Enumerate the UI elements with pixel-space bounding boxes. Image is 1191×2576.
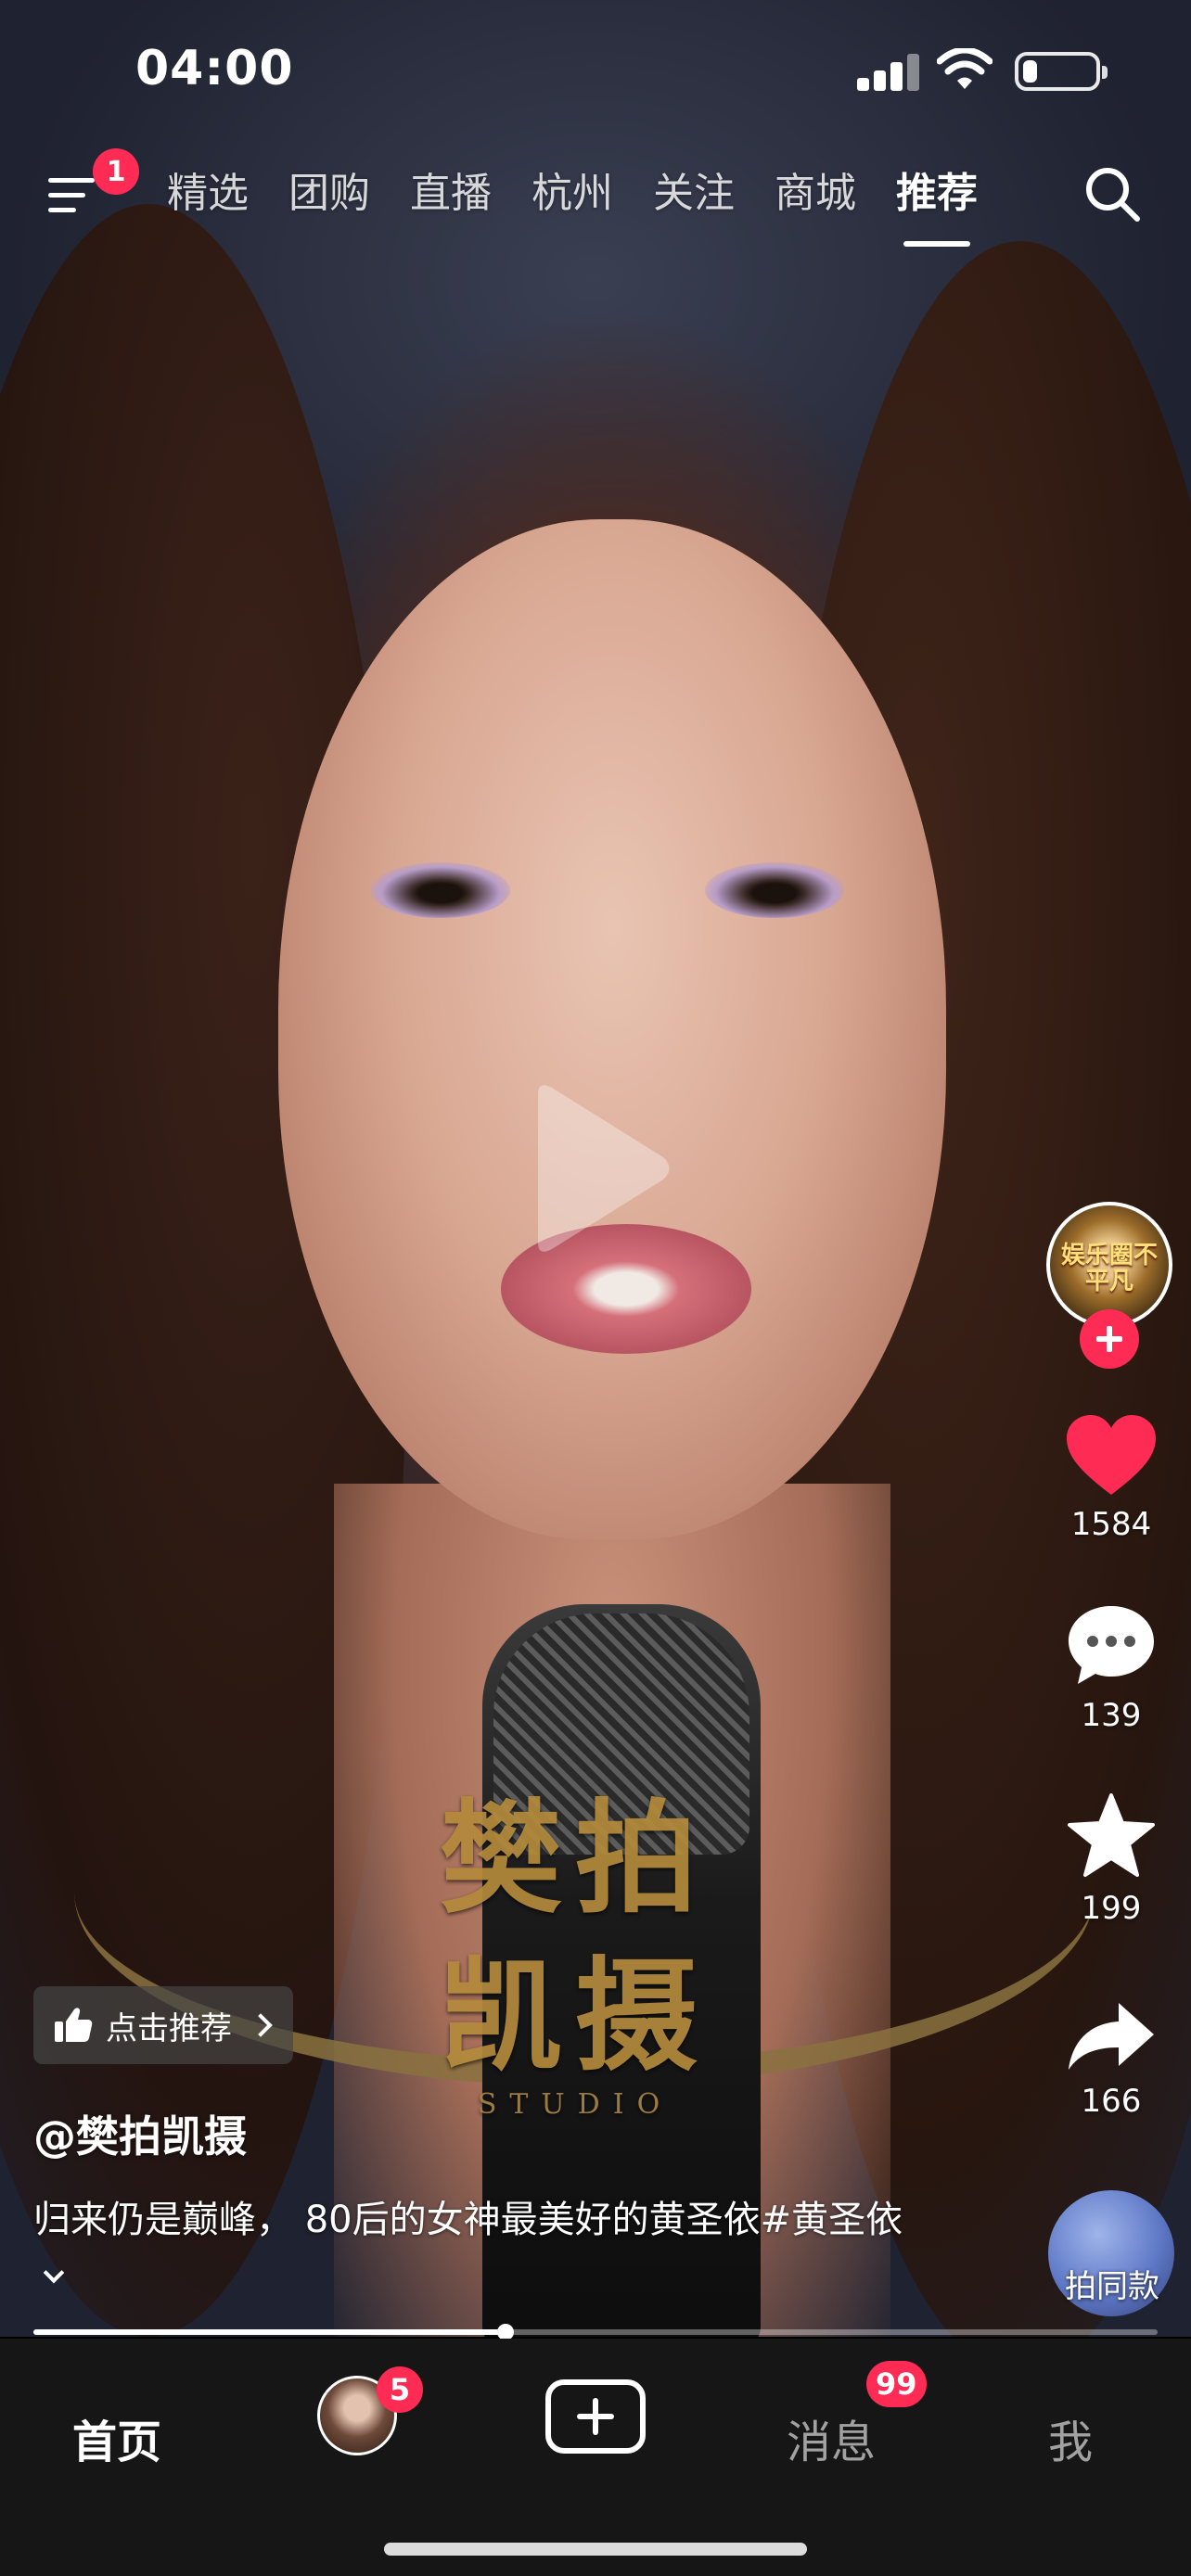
- watermark-line-1: 樊拍: [440, 1787, 711, 1931]
- share-arrow-icon: [1069, 2003, 1154, 2070]
- tab-group-buy[interactable]: 团购: [288, 161, 370, 226]
- top-nav: 1 精选 团购 直播 杭州 关注 商城 推荐: [0, 148, 1191, 250]
- tab-live[interactable]: 直播: [410, 161, 492, 226]
- battery-level: [1023, 60, 1037, 83]
- bottom-tab-bar: 首页 5 消息 99 我: [0, 2339, 1191, 2576]
- recommend-chip-label: 点击推荐: [106, 2009, 232, 2047]
- studio-watermark: 樊拍 凯摄 STUDIO: [417, 1780, 733, 2121]
- video-eye-right: [705, 862, 844, 918]
- cellular-signal-icon: [857, 54, 919, 91]
- progress-fill: [33, 2329, 506, 2335]
- home-indicator: [384, 2543, 807, 2556]
- menu-badge: 1: [93, 148, 139, 195]
- messages-badge: 99: [866, 2361, 927, 2407]
- play-icon[interactable]: [519, 1076, 677, 1261]
- star-icon: [1068, 1793, 1155, 1877]
- video-progress-bar[interactable]: [33, 2324, 1158, 2340]
- watermark-line-2: 凯摄: [440, 1945, 711, 2088]
- author-handle[interactable]: @樊拍凯摄: [33, 2103, 247, 2164]
- thumbs-up-icon: [55, 2008, 93, 2042]
- wifi-icon: [937, 48, 992, 89]
- friends-badge: 5: [377, 2366, 423, 2413]
- like-button[interactable]: 1584: [1039, 1413, 1184, 1543]
- status-time: 04:00: [135, 41, 294, 96]
- tab-local-city[interactable]: 杭州: [531, 161, 613, 226]
- tab-featured[interactable]: 精选: [167, 161, 249, 226]
- follow-button[interactable]: [1080, 1309, 1139, 1369]
- tab-me[interactable]: 我: [1048, 2405, 1093, 2470]
- author-avatar-text: 娱乐圈不平凡: [1060, 1242, 1158, 1295]
- create-post-button[interactable]: [545, 2379, 646, 2454]
- video-face: [278, 519, 946, 1539]
- favorite-button[interactable]: 199: [1039, 1792, 1184, 1927]
- share-count: 166: [1081, 2083, 1142, 2120]
- search-icon[interactable]: [1082, 163, 1145, 226]
- chevron-right-icon: [249, 2013, 273, 2037]
- status-bar: 04:00: [0, 0, 1191, 139]
- same-style-label[interactable]: 拍同款: [1024, 2261, 1191, 2306]
- tab-home[interactable]: 首页: [72, 2405, 161, 2470]
- battery-icon: [1015, 52, 1108, 91]
- share-button[interactable]: 166: [1039, 1999, 1184, 2120]
- heart-icon: [1067, 1415, 1156, 1495]
- tab-following[interactable]: 关注: [653, 161, 735, 226]
- tab-messages[interactable]: 消息: [787, 2405, 876, 2470]
- video-eye-left: [371, 862, 510, 918]
- expand-chevron-icon[interactable]: [43, 2262, 65, 2284]
- comment-icon: [1069, 1606, 1154, 1684]
- comment-count: 139: [1081, 1697, 1142, 1734]
- top-tabs: 精选 团购 直播 杭州 关注 商城 推荐: [167, 161, 1018, 247]
- tab-recommended[interactable]: 推荐: [896, 161, 978, 247]
- recommend-chip[interactable]: 点击推荐: [33, 1986, 293, 2064]
- comment-button[interactable]: 139: [1039, 1602, 1184, 1734]
- like-count: 1584: [1070, 1506, 1152, 1543]
- tab-mall[interactable]: 商城: [775, 161, 856, 226]
- description-text: 归来仍是巅峰， 80后的女神最美好的黄圣依#黄圣依: [33, 2199, 903, 2241]
- favorite-count: 199: [1081, 1890, 1142, 1927]
- video-description[interactable]: 归来仍是巅峰， 80后的女神最美好的黄圣依#黄圣依: [33, 2192, 924, 2303]
